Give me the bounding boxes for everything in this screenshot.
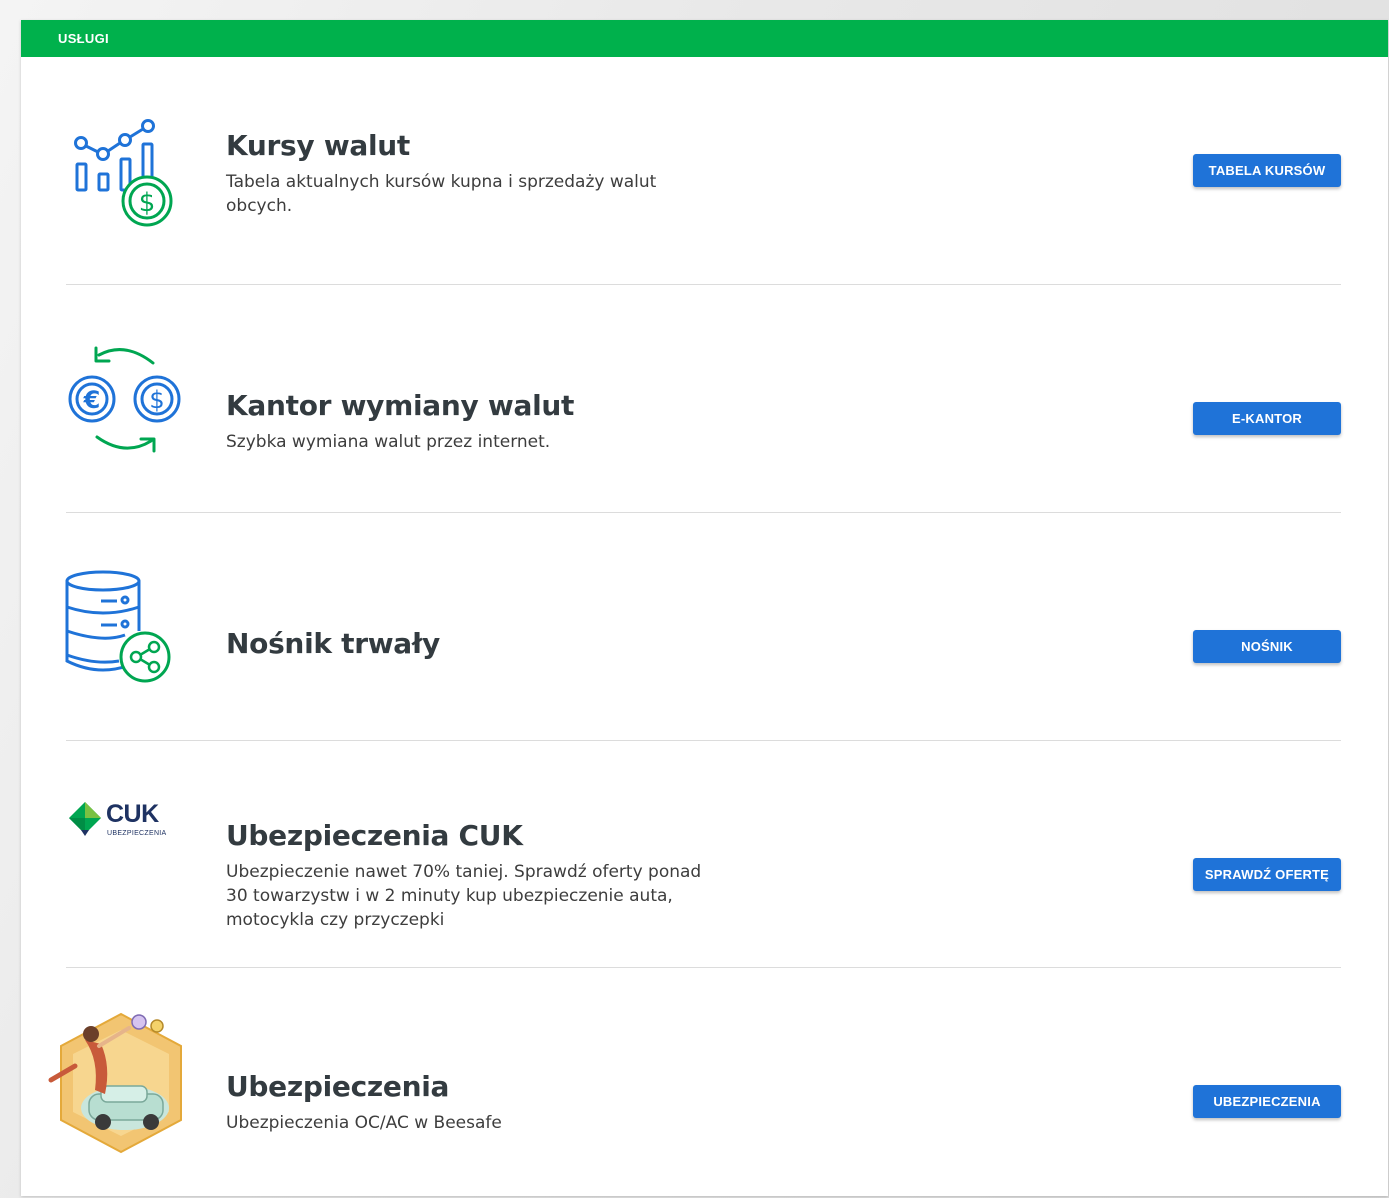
check-offer-button[interactable]: SPRAWDŹ OFERTĘ [1193, 858, 1341, 891]
service-row-durable-medium: Nośnik trwały NOŚNIK [21, 513, 1388, 741]
beesafe-illustration-icon [45, 1010, 185, 1156]
service-row-insurance: Ubezpieczenia Ubezpieczenia OC/AC w Bees… [21, 968, 1388, 1196]
service-row-exchange-rates: $ Kursy walut Tabela aktualnych kursów k… [21, 57, 1388, 285]
service-text: Kursy walut Tabela aktualnych kursów kup… [226, 129, 746, 218]
service-row-currency-exchange: € $ Kantor wymiany walut Szybka wymiana … [21, 285, 1388, 513]
service-title: Nośnik trwały [226, 627, 440, 660]
service-description: Ubezpieczenia OC/AC w Beesafe [226, 1113, 502, 1133]
exchange-rates-button[interactable]: TABELA KURSÓW [1193, 154, 1341, 187]
database-share-icon [65, 569, 177, 683]
cuk-logo-text: CUK [106, 800, 159, 828]
services-panel: USŁUGI $ Kursy walut Tabela aktualnych k… [21, 20, 1388, 1196]
service-text: Ubezpieczenia CUK Ubezpieczenie nawet 70… [226, 819, 746, 932]
cuk-logo-subtext: UBEZPIECZENIA [107, 830, 167, 837]
chart-dollar-icon: $ [65, 119, 177, 231]
section-header: USŁUGI [21, 20, 1388, 57]
service-title: Ubezpieczenia CUK [226, 819, 523, 852]
service-description: Tabela aktualnych kursów kupna i sprzeda… [226, 172, 657, 216]
service-title: Kursy walut [226, 129, 410, 162]
svg-text:$: $ [139, 188, 156, 218]
service-row-cuk-insurance: CUK UBEZPIECZENIA Ubezpieczenia CUK Ubez… [21, 741, 1388, 969]
service-text: Kantor wymiany walut Szybka wymiana walu… [226, 389, 746, 454]
service-title: Ubezpieczenia [226, 1070, 450, 1103]
service-title: Kantor wymiany walut [226, 389, 575, 422]
e-kantor-button[interactable]: E-KANTOR [1193, 402, 1341, 435]
durable-medium-button[interactable]: NOŚNIK [1193, 630, 1341, 663]
service-description: Szybka wymiana walut przez internet. [226, 432, 551, 452]
svg-text:€: € [83, 386, 101, 414]
insurance-button[interactable]: UBEZPIECZENIA [1193, 1085, 1341, 1118]
cuk-logo: CUK UBEZPIECZENIA [65, 800, 195, 850]
svg-text:$: $ [149, 386, 164, 414]
currency-exchange-icon: € $ [65, 343, 181, 455]
service-text: Ubezpieczenia Ubezpieczenia OC/AC w Bees… [226, 1070, 746, 1135]
service-description: Ubezpieczenie nawet 70% taniej. Sprawdź … [226, 862, 702, 930]
service-text: Nośnik trwały [226, 627, 746, 660]
